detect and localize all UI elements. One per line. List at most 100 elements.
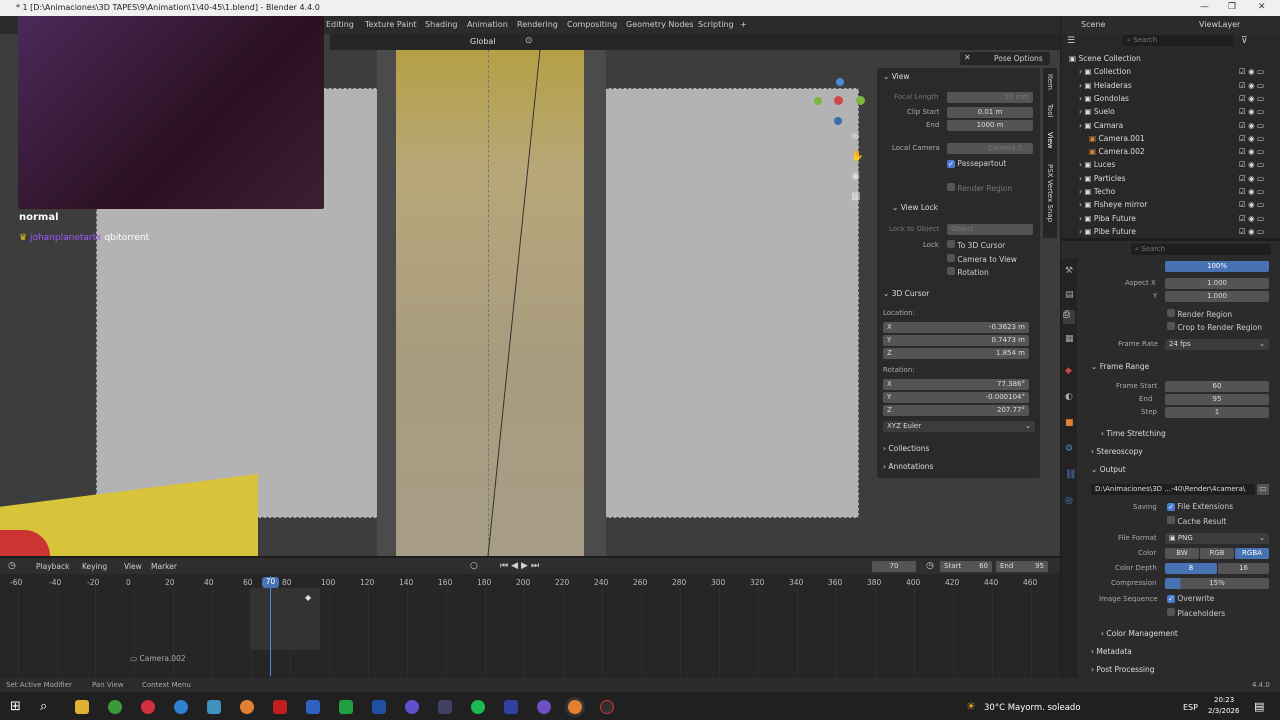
output-path-field[interactable]: D:\Animaciones\3D ...-40\Render\4camera\ (1091, 484, 1255, 495)
playhead[interactable] (270, 576, 271, 676)
rotation-mode-dropdown[interactable]: XYZ Euler ⌄ (883, 421, 1035, 432)
app-icon-6[interactable] (438, 700, 452, 714)
gizmo-neg-z-icon[interactable] (834, 117, 842, 125)
properties-search[interactable]: ⌕ Search (1131, 244, 1271, 255)
search-icon[interactable]: ⌕ (40, 699, 47, 714)
opera-icon[interactable] (141, 700, 155, 714)
modifier-tab-icon[interactable]: ⚙ (1065, 444, 1073, 454)
visibility-toggles[interactable]: ☑ ◉ ▭ (1239, 200, 1264, 209)
resolution-percent-field[interactable]: 100% (1165, 261, 1269, 272)
playhead-frame-badge[interactable]: 70 (262, 577, 279, 588)
language-indicator[interactable]: ESP (1183, 703, 1198, 712)
tab-rendering[interactable]: Rendering (517, 20, 558, 29)
rotation-lock-checkbox[interactable]: Rotation (947, 267, 989, 277)
3d-cursor-header[interactable]: ⌄ 3D Cursor (883, 289, 929, 298)
clock-icon[interactable]: ◷ (8, 561, 16, 571)
tab-tool[interactable]: Tool (1046, 104, 1054, 118)
visibility-toggles[interactable]: ☑ ◉ ▭ (1239, 160, 1264, 169)
view-section-header[interactable]: ⌄ View (883, 72, 910, 81)
tab-shading[interactable]: Shading (425, 20, 458, 29)
camera-view-icon[interactable]: ◉ (851, 171, 860, 182)
record-icon[interactable]: ○ (470, 561, 478, 571)
frame-step-field[interactable]: 1 (1165, 407, 1269, 418)
frame-end-field[interactable]: 95 (1165, 394, 1269, 405)
visibility-toggles[interactable]: ☑ ◉ ▭ (1239, 94, 1264, 103)
aspect-x-field[interactable]: 1.000 (1165, 278, 1269, 289)
local-camera-field[interactable]: Camera.0... (947, 143, 1033, 154)
menu-keying[interactable]: Keying (82, 562, 107, 571)
render-region-checkbox[interactable]: Render Region (947, 183, 1012, 193)
weather-icon[interactable]: ☀ (966, 700, 976, 713)
outliner-row[interactable]: › ▣ Techo (1079, 187, 1115, 196)
blender-active-icon[interactable] (568, 700, 582, 714)
app-icon-7[interactable] (537, 700, 551, 714)
tab-texture-paint[interactable]: Texture Paint (365, 20, 417, 29)
tab-item[interactable]: Item (1046, 74, 1054, 90)
pose-options-button[interactable]: Pose Options (994, 54, 1043, 63)
stopwatch-icon[interactable]: ◷ (926, 561, 934, 571)
depth-16-button[interactable]: 16 (1218, 563, 1269, 574)
playback-controls-icon[interactable]: ⏮◀▶⏭ (500, 561, 542, 571)
cache-result-checkbox[interactable]: Cache Result (1167, 516, 1226, 526)
scene-selector[interactable]: Scene (1081, 20, 1105, 29)
depth-8-button[interactable]: 8 (1165, 563, 1217, 574)
placeholders-checkbox[interactable]: Placeholders (1167, 608, 1225, 618)
file-explorer-icon[interactable] (75, 700, 89, 714)
file-extensions-checkbox[interactable]: ✓ File Extensions (1167, 502, 1233, 511)
menu-marker[interactable]: Marker (151, 562, 177, 571)
outliner-row[interactable]: ▣ Camera.002 (1089, 147, 1145, 156)
aspect-y-field[interactable]: 1.000 (1165, 291, 1269, 302)
app-icon-4[interactable] (372, 700, 386, 714)
pan-hand-icon[interactable]: ✋ (851, 151, 863, 162)
chrome-icon[interactable] (108, 700, 122, 714)
outliner-row[interactable]: › ▣ Piba Future (1079, 214, 1136, 223)
color-bw-button[interactable]: BW (1165, 548, 1199, 559)
cursor-rot-y[interactable]: Y -0.000104° (883, 392, 1029, 403)
gizmo-neg-y-icon[interactable] (856, 96, 865, 105)
to-3d-cursor-checkbox[interactable]: To 3D Cursor (947, 240, 1005, 250)
edge-icon[interactable] (174, 700, 188, 714)
outliner-row[interactable]: › ▣ Collection (1079, 67, 1131, 76)
after-effects-icon[interactable] (504, 700, 518, 714)
frame-range-header[interactable]: ⌄ Frame Range (1091, 362, 1149, 371)
weather-text[interactable]: 30°C Mayorm. soleado (984, 703, 1081, 713)
blender-icon[interactable] (240, 700, 254, 714)
file-format-dropdown[interactable]: ▣ PNG ⌄ (1165, 533, 1269, 544)
windows-start-icon[interactable]: ⊞ (10, 699, 21, 714)
output-header[interactable]: ⌄ Output (1091, 465, 1126, 474)
outliner-row[interactable]: ▣ Scene Collection (1069, 54, 1141, 63)
close-icon[interactable]: ✕ (964, 53, 971, 62)
outliner-row[interactable]: › ▣ Luces (1079, 160, 1115, 169)
visibility-toggles[interactable]: ☑ ◉ ▭ (1239, 174, 1264, 183)
scene-tab-icon[interactable]: ◆ (1065, 366, 1072, 376)
maximize-button[interactable]: ❐ (1228, 2, 1236, 12)
tab-geometry-nodes[interactable]: Geometry Nodes (626, 20, 693, 29)
metadata-header[interactable]: › Metadata (1091, 647, 1132, 656)
zoom-icon[interactable]: ⊕ (851, 131, 859, 142)
outliner-row[interactable]: › ▣ Pibe Future (1079, 227, 1136, 236)
minimize-button[interactable]: — (1200, 2, 1209, 12)
color-rgba-button[interactable]: RGBA (1235, 548, 1269, 559)
camera-marker[interactable]: ▭ Camera.002 (130, 654, 186, 663)
outliner-row[interactable]: › ▣ Fisheye mirror (1079, 200, 1147, 209)
constraint-tab-icon[interactable]: ⛓ (1065, 470, 1076, 480)
time-stretching-header[interactable]: › Time Stretching (1101, 429, 1166, 438)
tab-compositing[interactable]: Compositing (567, 20, 617, 29)
orientation-dropdown[interactable]: Global (470, 37, 496, 46)
view-layer-tab-icon[interactable]: ▦ (1065, 334, 1074, 344)
tab-view[interactable]: View (1046, 132, 1054, 149)
tab-scripting[interactable]: Scripting (698, 20, 734, 29)
visibility-toggles[interactable]: ☑ ◉ ▭ (1239, 147, 1264, 156)
world-tab-icon[interactable]: ◐ (1065, 392, 1073, 402)
camera-to-view-checkbox[interactable]: Camera to View (947, 254, 1017, 264)
crop-region-checkbox[interactable]: Crop to Render Region (1167, 322, 1262, 332)
menu-playback[interactable]: Playback (36, 562, 69, 571)
visibility-toggles[interactable]: ☑ ◉ ▭ (1239, 81, 1264, 90)
outliner-search[interactable]: ⌕ Search (1123, 35, 1233, 46)
visibility-toggles[interactable]: ☑ ◉ ▭ (1239, 214, 1264, 223)
keyframe-icon[interactable]: ◆ (305, 593, 311, 602)
render-tab-icon[interactable]: ▤ (1065, 290, 1074, 300)
app-icon-3[interactable] (306, 700, 320, 714)
app-icon-5[interactable] (405, 700, 419, 714)
frame-rate-dropdown[interactable]: 24 fps ⌄ (1165, 339, 1269, 350)
